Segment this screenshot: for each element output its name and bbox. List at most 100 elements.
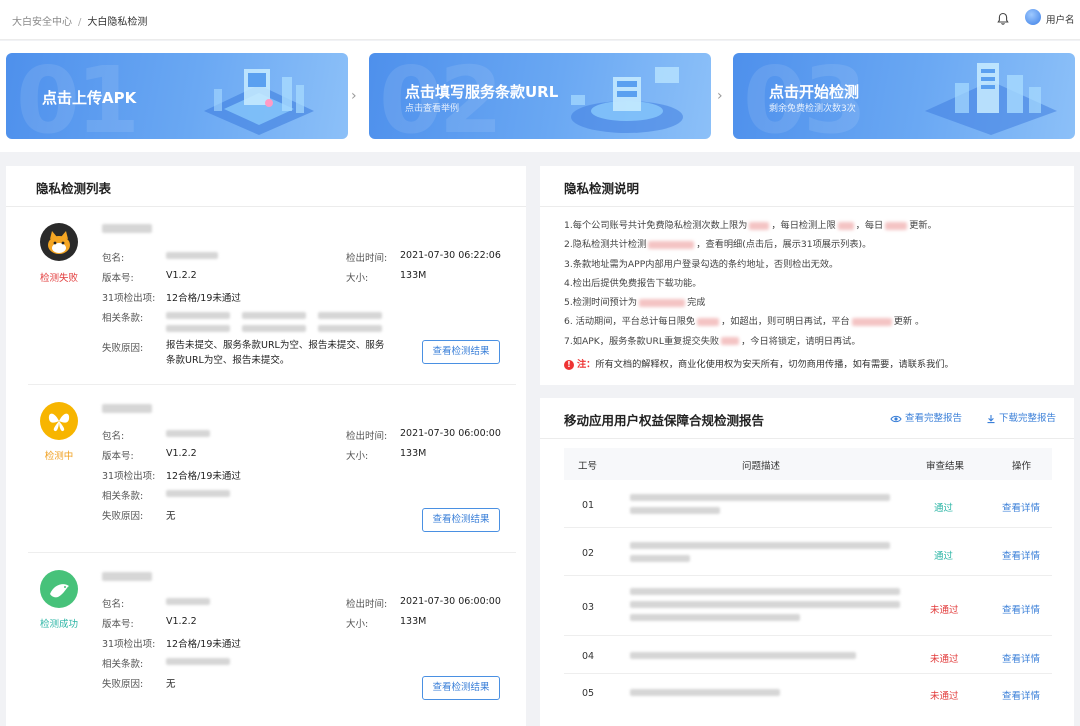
app-name-redacted xyxy=(102,404,152,413)
app-icon xyxy=(40,570,78,608)
table-row: 04 未通过 查看详情 xyxy=(564,636,1052,674)
view-result-button[interactable]: 查看检测结果 xyxy=(422,676,500,700)
step-upload-apk[interactable]: 01 点击上传APK xyxy=(6,53,348,139)
version-label: 版本号: xyxy=(102,451,134,462)
app-icon xyxy=(40,223,78,261)
time-value: 2021-07-30 06:00:00 xyxy=(400,428,501,439)
privacy-notes-panel: 隐私检测说明 1.每个公司账号共计免费隐私检测次数上限为 ，每日检测上限 ，每日 更新… xyxy=(540,166,1074,385)
time-value: 2021-07-30 06:22:06 xyxy=(400,250,501,261)
view-detail-link[interactable]: 查看详情 xyxy=(1002,500,1040,514)
bird-icon xyxy=(50,584,69,598)
panel-title: 隐私检测说明 xyxy=(564,181,640,196)
view-detail-link[interactable]: 查看详情 xyxy=(1002,688,1040,702)
step-start-check[interactable]: 03 点击开始检测 剩余免费检测次数3次 xyxy=(733,53,1075,139)
breadcrumb: 大白安全中心 / 大白隐私检测 xyxy=(12,13,147,28)
download-icon xyxy=(987,414,995,423)
result-value: 未通过 xyxy=(930,691,959,702)
items-label: 31项检出项: xyxy=(102,293,156,304)
reason-value: 报告未提交、服务条款URL为空、报告未提交、服务条款URL为空、报告未提交。 xyxy=(166,340,385,366)
result-value: 通过 xyxy=(934,503,954,514)
steps-banner: 01 点击上传APK › 02 点击填写服务条款URL 点击查看举例 › 03 xyxy=(0,41,1080,152)
items-label: 31项检出项: xyxy=(102,471,156,482)
step-subtitle[interactable]: 点击查看举例 xyxy=(405,101,459,114)
clauses-label: 相关条款: xyxy=(102,491,144,502)
avatar[interactable] xyxy=(1025,9,1041,25)
reason-value: 无 xyxy=(166,679,176,690)
size-label: 大小: xyxy=(346,619,369,630)
version-label: 版本号: xyxy=(102,273,134,284)
breadcrumb-root[interactable]: 大白安全中心 xyxy=(12,17,72,28)
description-redacted xyxy=(630,601,900,608)
status-badge: 检测成功 xyxy=(39,619,78,630)
notes-warning: ! 注：所有文档的解释权，商业化使用权为安天所有，切勿商用传播，如有需要，请联系我… xyxy=(564,356,954,370)
chevron-right-icon: › xyxy=(717,88,723,104)
package-redacted xyxy=(166,598,210,605)
items-label: 31项检出项: xyxy=(102,639,156,650)
description-redacted xyxy=(630,588,900,595)
reason-value: 无 xyxy=(166,511,176,522)
step-title: 点击上传APK xyxy=(42,89,137,107)
version-value: V1.2.2 xyxy=(166,270,197,281)
view-result-button[interactable]: 查看检测结果 xyxy=(422,340,500,364)
cat-face-icon xyxy=(48,231,70,254)
bell-icon[interactable] xyxy=(996,12,1010,26)
note-line: 2.隐私检测共计检测 ，查看明细(点击后，展示31项展示列表)。 xyxy=(564,239,872,251)
version-value: V1.2.2 xyxy=(166,448,197,459)
size-label: 大小: xyxy=(346,451,369,462)
step-title: 点击填写服务条款URL xyxy=(405,83,559,101)
time-value: 2021-07-30 06:00:00 xyxy=(400,596,501,607)
note-line: 5.检测时间预计为 完成 xyxy=(564,297,706,309)
eye-icon xyxy=(890,415,902,422)
app-name-redacted xyxy=(102,572,152,581)
description-redacted xyxy=(630,689,780,696)
package-redacted xyxy=(166,252,218,259)
step-title: 点击开始检测 xyxy=(769,83,860,101)
time-label: 检出时间: xyxy=(346,253,388,264)
clauses-label: 相关条款: xyxy=(102,313,144,324)
description-redacted xyxy=(630,507,720,514)
column-header: 审查结果 xyxy=(926,461,965,472)
items-value: 12合格/19未通过 xyxy=(166,639,241,650)
breadcrumb-current: 大白隐私检测 xyxy=(87,17,148,28)
step-fill-url[interactable]: 02 点击填写服务条款URL 点击查看举例 xyxy=(369,53,711,139)
description-redacted xyxy=(630,614,800,621)
status-badge: 检测中 xyxy=(44,451,74,462)
items-value: 12合格/19未通过 xyxy=(166,471,241,482)
warning-icon: ! xyxy=(564,359,574,370)
column-header: 操作 xyxy=(1012,461,1032,472)
panel-title: 移动应用用户权益保障合规检测报告 xyxy=(564,413,765,428)
reason-label: 失败原因: xyxy=(102,679,144,690)
divider xyxy=(540,206,1074,207)
app-icon xyxy=(40,402,78,440)
size-value: 133M xyxy=(400,448,427,459)
items-value: 12合格/19未通过 xyxy=(166,293,241,304)
row-id: 03 xyxy=(582,602,595,613)
isometric-buildings-illustration xyxy=(925,63,1057,135)
clause-redacted xyxy=(242,325,306,332)
download-full-report-link[interactable]: 下载完整报告 xyxy=(986,410,1056,424)
clause-redacted xyxy=(166,490,230,497)
reason-label: 失败原因: xyxy=(102,343,144,354)
size-value: 133M xyxy=(400,270,427,281)
note-line: 4.检出后提供免费报告下载功能。 xyxy=(564,277,702,289)
size-label: 大小: xyxy=(346,273,369,284)
chevron-right-icon: › xyxy=(351,88,357,104)
description-redacted xyxy=(630,555,690,562)
clause-redacted xyxy=(166,658,230,665)
username[interactable]: 用户名 xyxy=(1046,12,1075,26)
package-label: 包名: xyxy=(102,431,125,442)
view-full-report-link[interactable]: 查看完整报告 xyxy=(890,410,962,424)
result-value: 未通过 xyxy=(930,605,959,616)
view-result-button[interactable]: 查看检测结果 xyxy=(422,508,500,532)
row-id: 02 xyxy=(582,548,595,559)
panel-title: 隐私检测列表 xyxy=(36,181,112,196)
result-value: 通过 xyxy=(934,551,954,562)
clause-redacted xyxy=(318,312,382,319)
row-id: 04 xyxy=(582,651,595,662)
compliance-report-panel: 移动应用用户权益保障合规检测报告 查看完整报告 下载完整报告 工号 问题描述 审… xyxy=(540,398,1074,726)
breadcrumb-separator: / xyxy=(78,17,82,28)
view-detail-link[interactable]: 查看详情 xyxy=(1002,602,1040,616)
column-header: 工号 xyxy=(578,461,598,472)
view-detail-link[interactable]: 查看详情 xyxy=(1002,548,1040,562)
view-detail-link[interactable]: 查看详情 xyxy=(1002,651,1040,665)
